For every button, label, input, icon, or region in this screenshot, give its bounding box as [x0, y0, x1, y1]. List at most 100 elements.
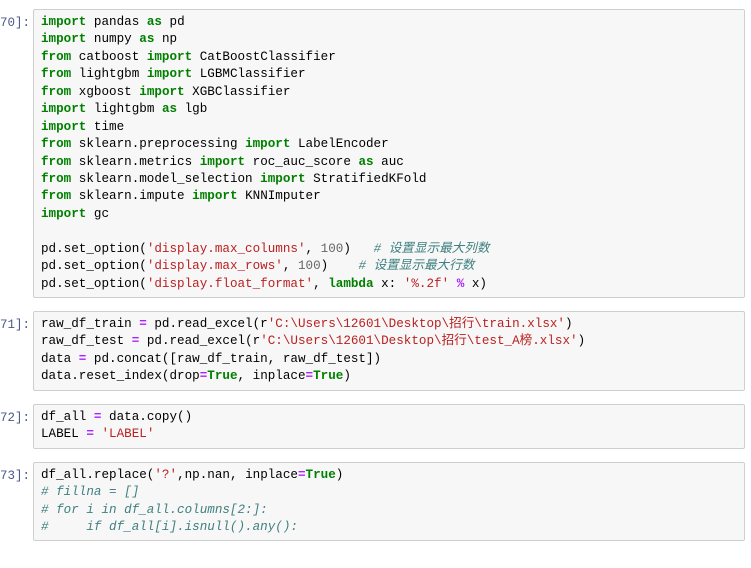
code-token: sklearn.metrics: [71, 154, 200, 169]
code-token: lightgbm: [86, 102, 162, 117]
code-token: =: [305, 369, 314, 384]
code-token: , inplace: [237, 369, 306, 384]
cell-code-editor[interactable]: df_all.replace('?',np.nan, inplace=True)…: [33, 461, 745, 542]
code-token: x): [464, 276, 487, 291]
code-token: # if df_all[i].isnull().any():: [41, 519, 298, 534]
code-token: from: [41, 154, 72, 169]
code-token: roc_auc_score: [245, 154, 359, 169]
code-token: pd.set_option(: [41, 276, 147, 291]
code-token: LabelEncoder: [290, 137, 389, 152]
code-line: from sklearn.impute import KNNImputer: [41, 189, 321, 203]
code-token: from: [41, 67, 72, 82]
code-token: from: [41, 49, 72, 64]
code-token: # for i in df_all.columns[2:]:: [41, 502, 268, 517]
code-token: numpy: [86, 32, 140, 47]
code-token: ,: [305, 241, 321, 256]
code-line: # for i in df_all.columns[2:]:: [41, 503, 268, 517]
code-token: sklearn.preprocessing: [71, 137, 246, 152]
code-token: '?': [154, 467, 178, 482]
code-token: data.reset_index(drop: [41, 369, 200, 384]
code-token: from: [41, 137, 72, 152]
code-token: gc: [86, 206, 110, 221]
cell-source-code[interactable]: raw_df_train = pd.read_excel(r'C:\Users\…: [41, 316, 740, 386]
cell-prompt-number: 72]:: [0, 410, 31, 425]
code-token: 'C:\Users\12601\Desktop\招行\test_A榜.xlsx': [260, 334, 578, 349]
code-line: import gc: [41, 207, 109, 221]
code-token: # 设置显示最大行数: [358, 259, 475, 274]
code-token: XGBClassifier: [184, 84, 291, 99]
code-line: raw_df_test = pd.read_excel(r'C:\Users\1…: [41, 334, 585, 348]
code-token: pd.set_option(: [41, 259, 147, 274]
code-token: True: [305, 467, 336, 482]
code-token: ): [565, 317, 573, 331]
code-token: import: [41, 119, 87, 134]
code-token: 100: [320, 241, 344, 256]
code-token: ): [343, 369, 351, 384]
code-token: True: [313, 369, 344, 384]
cell-prompt-number: 73]:: [0, 468, 31, 483]
code-token: df_all.replace(: [41, 467, 155, 482]
code-token: from: [41, 189, 72, 204]
code-token: LABEL: [41, 427, 87, 442]
code-token: lgb: [177, 102, 208, 117]
cell-code-editor[interactable]: import pandas as pd import numpy as np f…: [33, 9, 745, 298]
code-token: ): [320, 259, 359, 274]
code-token: # 设置显示最大列数: [373, 241, 490, 256]
code-token: as: [146, 15, 162, 29]
notebook-cell[interactable]: 73]: df_all.replace('?',np.nan, inplace=T…: [0, 461, 751, 542]
code-token: KNNImputer: [237, 189, 321, 204]
code-line: import lightgbm as lgb: [41, 102, 207, 116]
cell-code-editor[interactable]: raw_df_train = pd.read_excel(r'C:\Users\…: [33, 311, 745, 391]
code-token: lightgbm: [71, 67, 147, 82]
code-token: # fillna = []: [41, 485, 140, 500]
code-token: =: [297, 467, 306, 482]
code-token: np: [154, 32, 178, 47]
code-token: 'C:\Users\12601\Desktop\招行\train.xlsx': [267, 317, 565, 331]
code-token: import: [260, 171, 306, 186]
cell-code-editor[interactable]: df_all = data.copy() LABEL = 'LABEL': [33, 403, 745, 449]
code-line: df_all.replace('?',np.nan, inplace=True): [41, 468, 343, 482]
code-token: ,: [313, 276, 329, 291]
code-token: pandas: [86, 15, 147, 29]
code-token: from: [41, 84, 72, 99]
notebook-cell[interactable]: 72]: df_all = data.copy() LABEL = 'LABEL': [0, 403, 751, 449]
code-token: import: [41, 206, 87, 221]
code-token: ,np.nan, inplace: [177, 467, 298, 482]
code-token: pd.set_option(: [41, 241, 147, 256]
code-token: 'display.max_rows': [146, 259, 283, 274]
code-token: ): [343, 241, 374, 256]
notebook-cell[interactable]: 70]: import pandas as pd import numpy as …: [0, 9, 751, 298]
code-line: raw_df_train = pd.read_excel(r'C:\Users\…: [41, 317, 573, 331]
code-token: df_all: [41, 409, 94, 424]
code-line: from lightgbm import LGBMClassifier: [41, 67, 306, 81]
cell-source-code[interactable]: import pandas as pd import numpy as np f…: [41, 14, 740, 293]
code-token: xgboost: [71, 84, 140, 99]
code-line: from sklearn.metrics import roc_auc_scor…: [41, 155, 404, 169]
notebook-container: 70]: import pandas as pd import numpy as …: [0, 0, 751, 568]
code-token: True: [207, 369, 238, 384]
cell-source-code[interactable]: df_all.replace('?',np.nan, inplace=True)…: [41, 467, 740, 537]
code-token: 100: [297, 259, 321, 274]
code-token: pd: [161, 15, 185, 29]
code-line: pd.set_option('display.float_format', la…: [41, 277, 487, 291]
code-token: ): [577, 334, 586, 349]
code-line: from catboost import CatBoostClassifier: [41, 50, 336, 64]
code-token: StratifiedKFold: [305, 171, 427, 186]
code-token: 'LABEL': [101, 427, 155, 442]
code-line: from sklearn.model_selection import Stra…: [41, 172, 426, 186]
code-token: ): [335, 467, 344, 482]
code-token: sklearn.impute: [71, 189, 193, 204]
code-token: catboost: [71, 49, 147, 64]
code-line: import numpy as np: [41, 32, 177, 46]
code-token: as: [139, 32, 155, 47]
code-token: time: [86, 119, 125, 134]
code-line: from sklearn.preprocessing import LabelE…: [41, 137, 389, 151]
notebook-cell[interactable]: 71]: raw_df_train = pd.read_excel(r'C:\Us…: [0, 311, 751, 391]
code-line: import pandas as pd: [41, 15, 185, 29]
code-token: data: [41, 351, 79, 366]
cell-source-code[interactable]: df_all = data.copy() LABEL = 'LABEL': [41, 409, 740, 444]
code-token: auc: [373, 154, 404, 169]
code-line: pd.set_option('display.max_rows', 100) #…: [41, 259, 474, 273]
code-token: ,: [282, 259, 298, 274]
